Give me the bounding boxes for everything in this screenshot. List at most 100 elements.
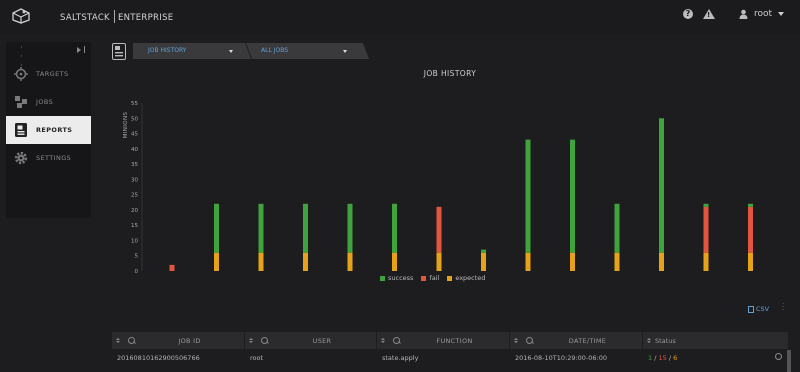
column-header-status[interactable]: Status bbox=[643, 332, 788, 349]
question-circle-icon[interactable]: ? bbox=[682, 9, 693, 19]
user-icon bbox=[739, 9, 748, 19]
status-fail-count: 15 bbox=[658, 353, 667, 362]
bar-success bbox=[214, 203, 219, 253]
status-success-count: 1 bbox=[648, 353, 653, 362]
column-header-datetime[interactable]: DATE/TIME bbox=[510, 332, 643, 349]
sidebar-item-jobs[interactable]: JOBS bbox=[6, 88, 91, 116]
table-header: JOB ID USER FUNCTION DATE/TIME Status bbox=[112, 332, 788, 349]
user-menu[interactable]: root bbox=[739, 9, 784, 19]
brand-title: SALTSTACK bbox=[60, 13, 110, 23]
y-tick-label: 15 bbox=[131, 223, 138, 229]
chart-title: JOB HISTORY bbox=[423, 69, 477, 78]
bar-success bbox=[703, 203, 709, 207]
search-icon[interactable] bbox=[526, 337, 533, 344]
sort-icon[interactable] bbox=[249, 338, 254, 343]
sidebar-item-targets[interactable]: TARGETS bbox=[6, 60, 91, 88]
y-tick-label: 50 bbox=[131, 116, 138, 122]
chevron-down-icon bbox=[343, 50, 347, 53]
saltstack-logo-icon[interactable] bbox=[12, 8, 30, 28]
bar-fail bbox=[169, 264, 175, 271]
scrollbar[interactable] bbox=[787, 350, 791, 372]
gear-icon bbox=[13, 150, 29, 166]
table-row[interactable]: 20160810162900506766 root state.apply 20… bbox=[112, 349, 788, 366]
bar-fail bbox=[748, 206, 753, 253]
bar-expected bbox=[703, 252, 709, 271]
sort-icon[interactable] bbox=[381, 338, 386, 343]
sort-icon[interactable] bbox=[514, 338, 519, 343]
breadcrumb-all-jobs[interactable]: ALL JOBS bbox=[246, 43, 369, 59]
bar-success bbox=[748, 203, 753, 207]
job-table: JOB ID USER FUNCTION DATE/TIME Status 20… bbox=[112, 332, 788, 366]
column-label: USER bbox=[312, 336, 332, 345]
sort-icon[interactable] bbox=[116, 338, 121, 343]
status-expected-count: 6 bbox=[673, 353, 678, 362]
legend-item-success[interactable]: success bbox=[380, 274, 413, 282]
y-tick-label: 35 bbox=[131, 162, 138, 168]
search-icon[interactable] bbox=[261, 337, 268, 344]
status-separator: / bbox=[654, 353, 657, 362]
status-cell: 1 / 15 / 6 bbox=[643, 354, 788, 362]
column-header-user[interactable]: USER bbox=[245, 332, 377, 349]
gear-icon[interactable] bbox=[775, 353, 782, 360]
column-label: Status bbox=[655, 336, 676, 345]
bar-success bbox=[659, 118, 664, 253]
csv-export-button[interactable]: CSV bbox=[748, 305, 769, 313]
column-header-function[interactable]: FUNCTION bbox=[377, 332, 510, 349]
column-header-job-id[interactable]: JOB ID bbox=[112, 332, 245, 349]
legend-item-fail[interactable]: fail bbox=[421, 274, 439, 282]
bar-success bbox=[347, 203, 353, 253]
bar-expected bbox=[570, 252, 575, 271]
bar-success bbox=[258, 203, 264, 253]
column-label: JOB ID bbox=[178, 336, 201, 345]
search-icon[interactable] bbox=[393, 337, 400, 344]
bar-expected bbox=[436, 252, 442, 271]
y-tick-label: 10 bbox=[131, 238, 138, 244]
y-axis-label: MINIONS bbox=[123, 111, 129, 138]
bar-success bbox=[570, 139, 575, 253]
sidebar: · · · TARGETS JOBS REPORTS SETTINGS bbox=[6, 42, 91, 218]
legend-label: expected bbox=[455, 274, 486, 282]
bar-fail bbox=[703, 206, 709, 253]
function-cell: state.apply bbox=[382, 353, 419, 362]
sidebar-item-label: TARGETS bbox=[36, 70, 69, 78]
bar-expected bbox=[525, 252, 531, 271]
search-icon[interactable] bbox=[128, 337, 135, 344]
more-icon[interactable]: · · · bbox=[20, 44, 23, 71]
sidebar-item-label: REPORTS bbox=[36, 126, 73, 134]
legend-item-expected[interactable]: expected bbox=[447, 274, 485, 282]
bar-expected bbox=[258, 252, 264, 271]
status-separator: / bbox=[668, 353, 672, 362]
bar-fail bbox=[436, 206, 442, 253]
collapse-sidebar-icon[interactable] bbox=[77, 46, 85, 53]
bar-expected bbox=[659, 252, 664, 271]
cubes-icon bbox=[13, 94, 29, 110]
bar-success bbox=[525, 139, 531, 253]
breadcrumb-label: JOB HISTORY bbox=[148, 47, 187, 54]
breadcrumb-job-history[interactable]: JOB HISTORY bbox=[133, 43, 251, 59]
brand-divider bbox=[113, 10, 115, 23]
bar-expected bbox=[392, 252, 397, 271]
bar-expected bbox=[748, 252, 753, 271]
document-icon bbox=[748, 305, 754, 313]
sidebar-item-settings[interactable]: SETTINGS bbox=[6, 144, 91, 172]
more-options-icon[interactable]: · · · bbox=[782, 301, 784, 314]
bar-success bbox=[392, 203, 397, 253]
y-tick-label: 30 bbox=[131, 177, 138, 183]
sidebar-item-label: JOBS bbox=[36, 98, 54, 106]
user-cell: root bbox=[250, 353, 264, 362]
y-tick-label: 5 bbox=[135, 254, 139, 260]
warning-icon[interactable]: ! bbox=[702, 9, 715, 19]
sidebar-item-reports[interactable]: REPORTS bbox=[6, 116, 91, 144]
chevron-down-icon bbox=[778, 12, 784, 16]
sidebar-item-label: SETTINGS bbox=[36, 154, 72, 162]
job-history-chart: MINIONS 0 5 10 15 20 25 30 35 40 45 50 55 bbox=[123, 101, 753, 275]
legend-label: success bbox=[388, 274, 414, 282]
bar-expected bbox=[614, 252, 620, 271]
bar-expected bbox=[347, 252, 353, 271]
user-name: root bbox=[753, 9, 772, 19]
breadcrumb-label: ALL JOBS bbox=[261, 47, 289, 54]
legend-label: fail bbox=[429, 274, 440, 282]
bar-expected bbox=[214, 252, 219, 271]
y-tick-label: 0 bbox=[135, 269, 139, 275]
sort-icon[interactable] bbox=[647, 338, 652, 343]
